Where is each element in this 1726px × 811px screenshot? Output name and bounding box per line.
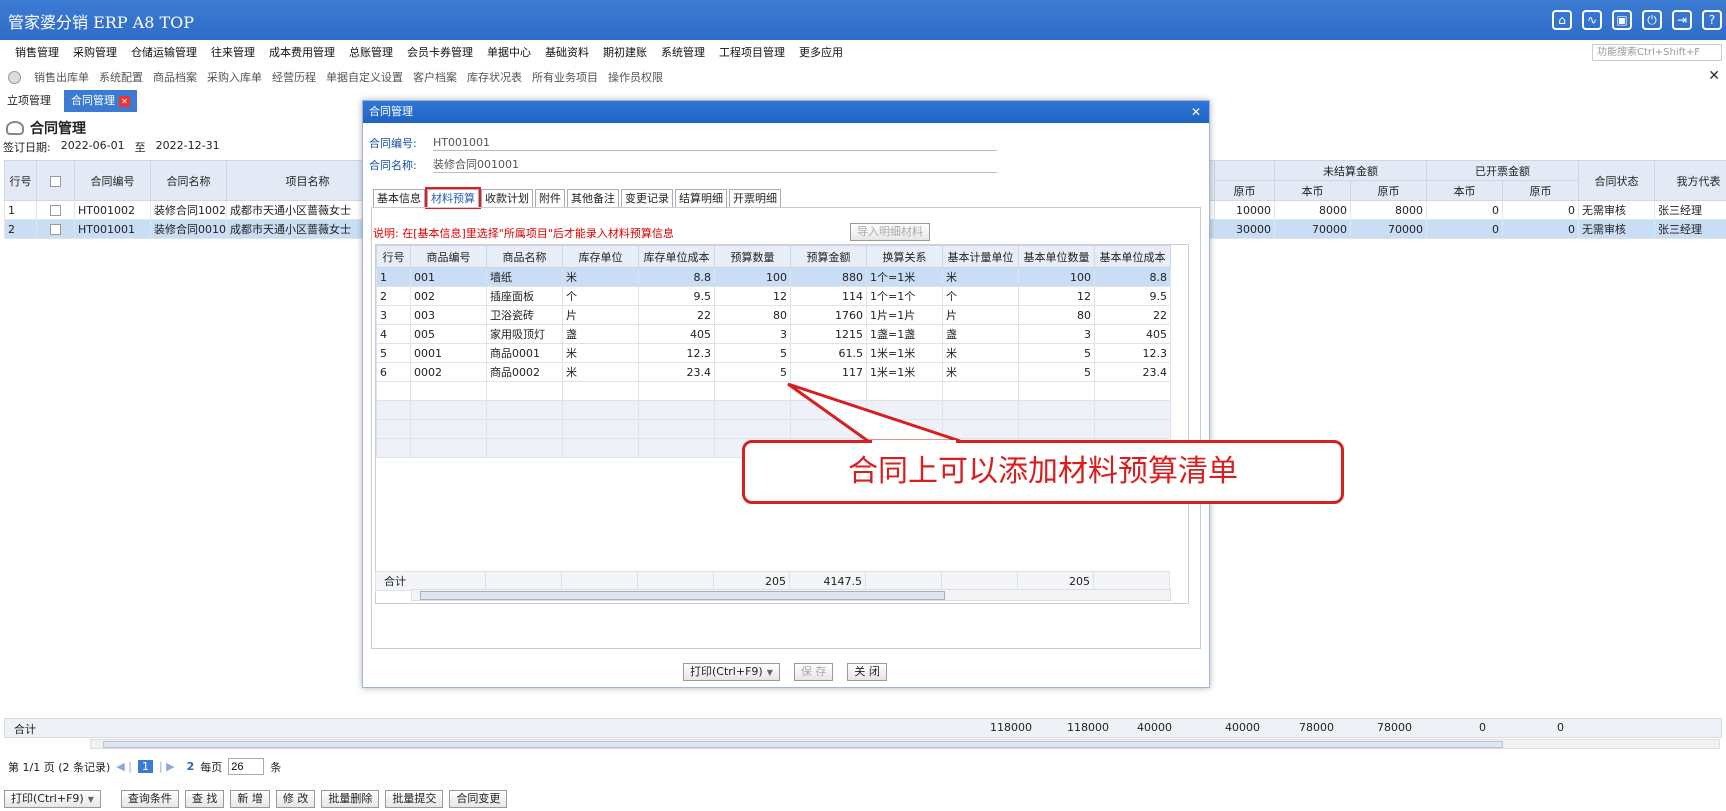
callout-tail-cover <box>872 440 956 444</box>
